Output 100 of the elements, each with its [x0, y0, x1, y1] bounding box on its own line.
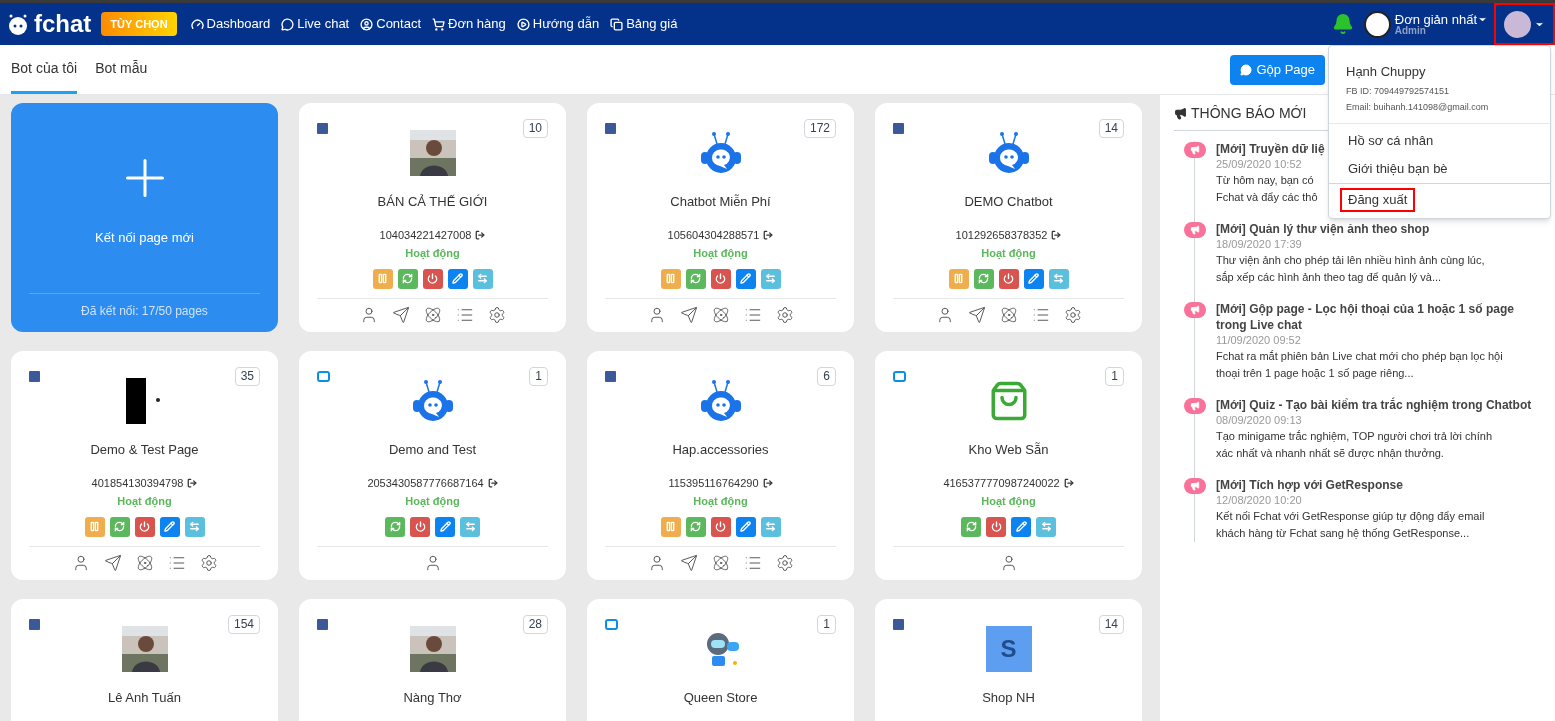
status-text: Hoạt động — [117, 494, 172, 510]
menu-item[interactable]: Giới thiệu bạn bè — [1340, 157, 1456, 181]
edit-button[interactable] — [735, 516, 756, 537]
status-text: Hoạt động — [693, 494, 748, 510]
news-headline[interactable]: [Mới] Gộp page - Lọc hội thoại của 1 hoặc 1 số page trong Live chat — [1216, 301, 1536, 333]
tab[interactable]: Bot của tôi — [11, 45, 78, 94]
atom-icon[interactable] — [711, 305, 730, 324]
settings-icon[interactable] — [1063, 305, 1082, 324]
menu-item[interactable]: Đăng xuất — [1340, 187, 1416, 212]
nav-link[interactable]: Đơn hàng — [432, 14, 506, 34]
swap-button[interactable] — [1048, 268, 1069, 289]
page-name: Demo & Test Page — [90, 441, 199, 459]
send-icon[interactable] — [103, 553, 122, 572]
send-icon[interactable] — [679, 553, 698, 572]
merge-page-button[interactable]: Gộp Page — [1230, 54, 1325, 85]
power-button[interactable] — [710, 268, 731, 289]
refresh-button[interactable] — [109, 516, 130, 537]
page-name: Chatbot Miễn Phí — [670, 193, 771, 211]
nav-link[interactable]: Dashboard — [190, 14, 271, 34]
menu-item[interactable]: Hồ sơ cá nhân — [1340, 128, 1442, 153]
settings-icon[interactable] — [487, 305, 506, 324]
refresh-button[interactable] — [973, 268, 994, 289]
swap-icon — [189, 521, 200, 532]
news-text: thoại trên 1 page hoặc 1 số page riêng... — [1216, 366, 1414, 381]
nav-link[interactable]: Contact — [360, 14, 422, 34]
chat-icon — [281, 17, 295, 31]
page-name: Nàng Thơ — [403, 689, 462, 707]
swap-button[interactable] — [1036, 516, 1056, 537]
news-headline[interactable]: [Mới] Quản lý thư viện ảnh theo shop — [1216, 221, 1430, 237]
refresh-button[interactable] — [397, 268, 418, 289]
exit-icon[interactable] — [762, 477, 773, 488]
exit-icon[interactable] — [1051, 229, 1062, 240]
swap-button[interactable] — [460, 516, 480, 537]
news-text: Tạo minigame trắc nghiệm, TOP người chơi trả lời chính — [1216, 429, 1492, 444]
swap-button[interactable] — [760, 516, 781, 537]
refresh-button[interactable] — [961, 516, 981, 537]
news-text: Thư viện ảnh cho phép tải lên nhiều hình ảnh cùng lúc, — [1216, 253, 1485, 268]
news-headline[interactable]: [Mới] Truyền dữ liệ — [1216, 141, 1325, 157]
atom-icon[interactable] — [135, 553, 154, 572]
exit-icon[interactable] — [475, 229, 486, 240]
power-button[interactable] — [134, 516, 155, 537]
count-badge: 154 — [227, 615, 260, 634]
refresh-icon — [965, 521, 977, 532]
exit-icon[interactable] — [487, 477, 498, 488]
page-id: 401854130394798 — [91, 475, 184, 491]
power-button[interactable] — [422, 268, 443, 289]
facebook-icon — [893, 123, 904, 134]
status-text: Hoạt động — [981, 494, 1036, 510]
tab[interactable]: Bot mẫu — [95, 45, 148, 94]
send-icon[interactable] — [967, 305, 986, 324]
news-date: 08/09/2020 09:13 — [1216, 413, 1302, 428]
swap-icon — [464, 521, 476, 532]
facebook-icon — [29, 619, 40, 630]
refresh-button[interactable] — [685, 516, 706, 537]
nav-link[interactable]: Live chat — [281, 14, 350, 34]
page-id: 115395116764290 — [668, 475, 759, 491]
settings-icon[interactable] — [199, 553, 218, 572]
edit-button[interactable] — [1011, 516, 1031, 537]
brand-name[interactable]: fchat — [34, 12, 92, 36]
bell-icon[interactable] — [1331, 13, 1354, 35]
edit-button[interactable] — [735, 268, 756, 289]
news-text: Fchat và đẩy các thô — [1216, 190, 1318, 205]
pencil-icon — [164, 521, 175, 532]
edit-button[interactable] — [159, 516, 180, 537]
news-date: 18/09/2020 17:39 — [1216, 237, 1302, 252]
settings-icon[interactable] — [775, 305, 794, 324]
swap-button[interactable] — [472, 268, 493, 289]
edit-button[interactable] — [447, 268, 468, 289]
send-icon[interactable] — [679, 305, 698, 324]
count-badge: 1 — [817, 615, 836, 634]
edit-button[interactable] — [1023, 268, 1044, 289]
page-name: DEMO Chatbot — [964, 193, 1053, 211]
atom-icon[interactable] — [999, 305, 1018, 324]
swap-icon — [1053, 273, 1064, 284]
news-headline[interactable]: [Mới] Quiz - Tạo bài kiểm tra trắc nghiệm trong Chatbot — [1216, 397, 1532, 413]
power-button[interactable] — [998, 268, 1019, 289]
settings-icon[interactable] — [775, 553, 794, 572]
power-button[interactable] — [986, 516, 1006, 537]
power-icon — [414, 521, 426, 532]
nav-link[interactable]: Bảng giá — [610, 14, 678, 34]
atom-icon[interactable] — [423, 305, 442, 324]
swap-button[interactable] — [760, 268, 781, 289]
connected-count: Đã kết nối: 17/50 pages — [29, 292, 260, 320]
power-button[interactable] — [410, 516, 430, 537]
megaphone-icon — [1190, 401, 1200, 411]
refresh-button[interactable] — [385, 516, 405, 537]
atom-icon[interactable] — [711, 553, 730, 572]
exit-icon[interactable] — [187, 477, 198, 488]
refresh-button[interactable] — [685, 268, 706, 289]
pause-icon — [665, 273, 676, 284]
nav-link[interactable]: Hướng dẫn — [516, 14, 600, 34]
swap-button[interactable] — [184, 516, 205, 537]
exit-icon[interactable] — [1063, 477, 1074, 488]
news-date: 12/08/2020 10:20 — [1216, 493, 1302, 508]
account-menu[interactable]: Đơn giản nhất Admin — [1394, 12, 1488, 36]
news-headline[interactable]: [Mới] Tích hợp với GetResponse — [1216, 477, 1403, 493]
exit-icon[interactable] — [763, 229, 774, 240]
power-button[interactable] — [710, 516, 731, 537]
edit-button[interactable] — [435, 516, 455, 537]
send-icon[interactable] — [391, 305, 410, 324]
